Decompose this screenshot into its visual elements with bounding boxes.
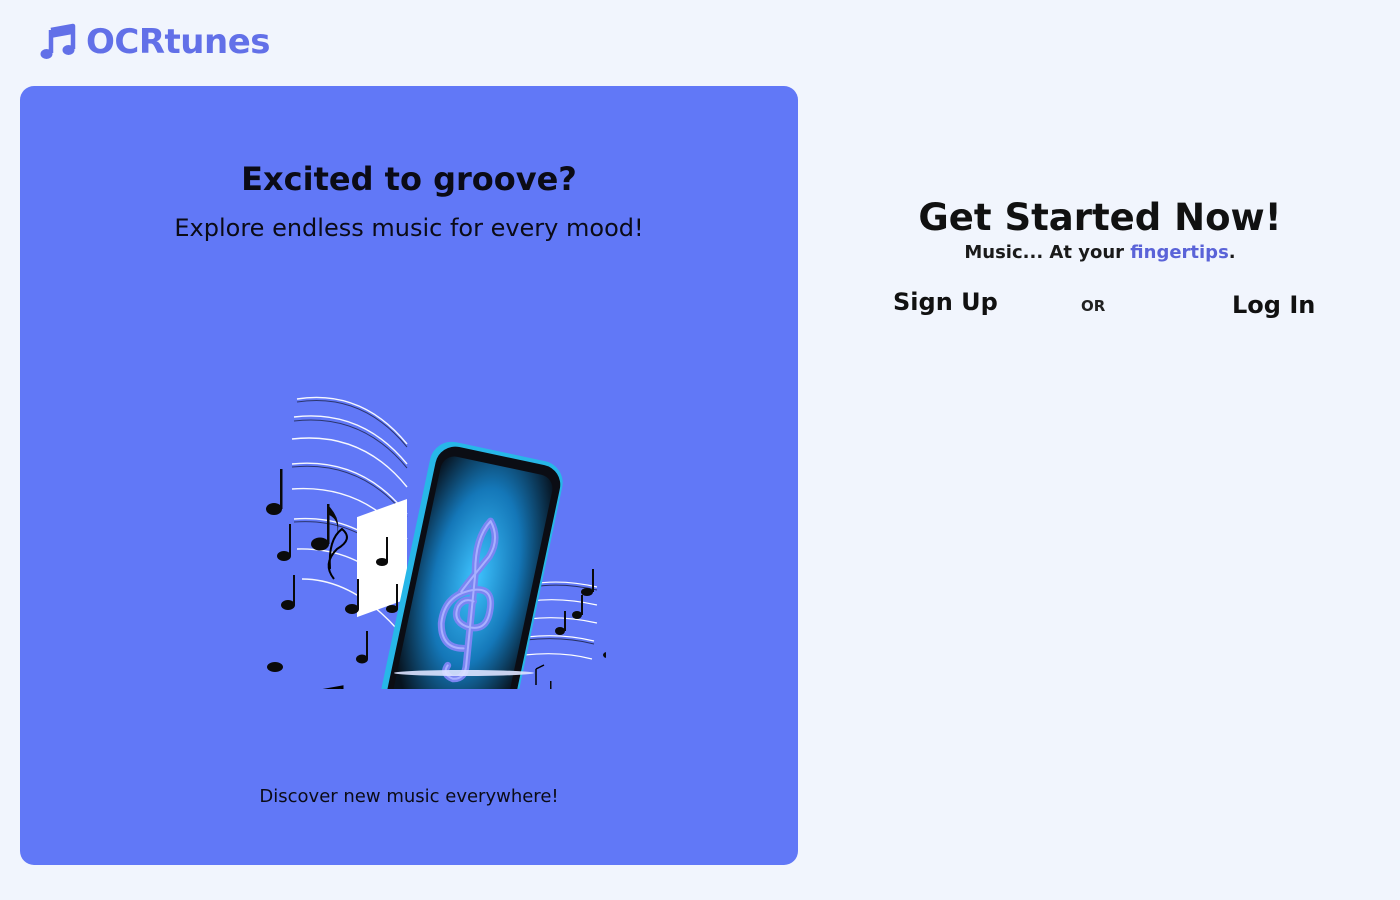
hero-panel: Excited to groove? Explore endless music…: [20, 86, 798, 865]
subtitle-period: .: [1228, 242, 1236, 263]
sign-up-button[interactable]: Sign Up: [893, 288, 998, 316]
music-note-icon: [40, 23, 76, 59]
phone-music-illustration: [266, 396, 606, 689]
get-started-subtitle: Music... At your fingertips.: [900, 242, 1300, 263]
subtitle-accent: fingertips: [1130, 242, 1229, 263]
get-started-title: Get Started Now!: [918, 196, 1282, 239]
or-separator: OR: [1081, 297, 1106, 315]
log-in-button[interactable]: Log In: [1232, 291, 1315, 319]
subtitle-text: Music... At your: [964, 242, 1131, 263]
hero-footer-text: Discover new music everywhere!: [259, 786, 559, 807]
hero-title: Excited to groove?: [241, 160, 577, 198]
brand-logo-link[interactable]: OCRtunes: [38, 22, 271, 62]
brand-name: OCRtunes: [86, 22, 271, 62]
hero-subtitle: Explore endless music for every mood!: [174, 214, 644, 242]
